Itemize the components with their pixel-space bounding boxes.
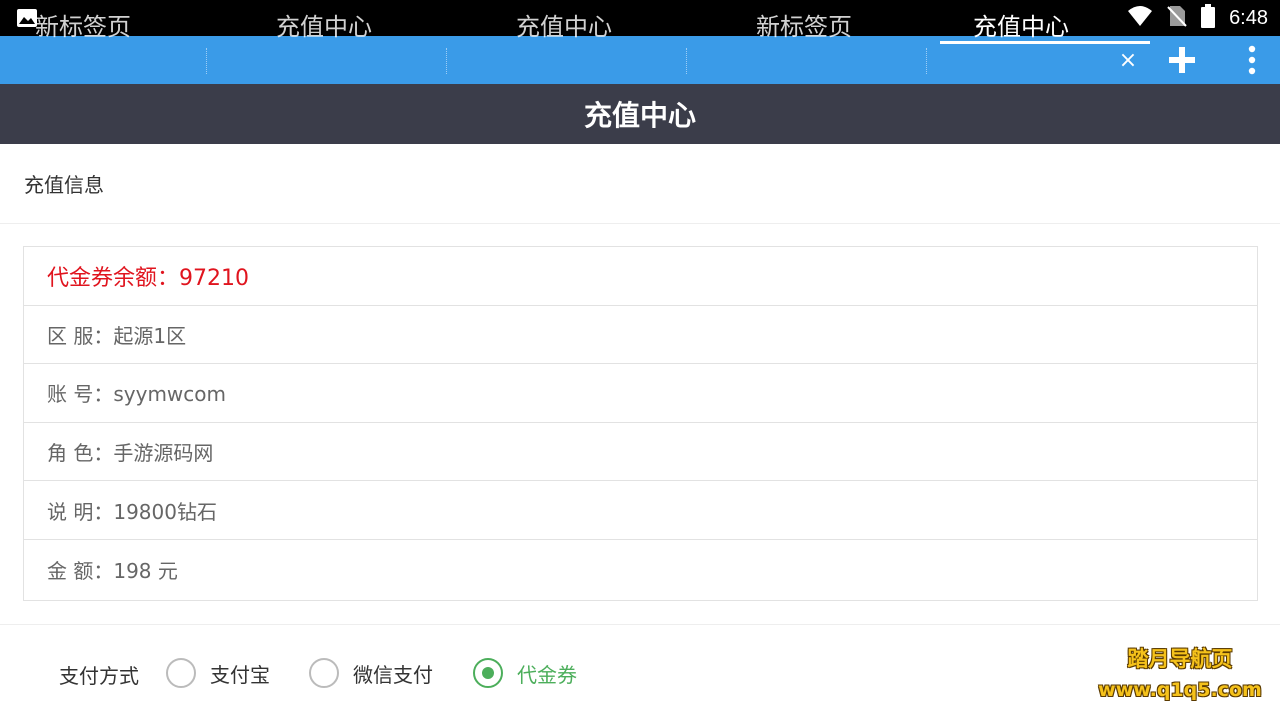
tab-recharge-1[interactable]: 充值中心: [206, 0, 442, 48]
radio-checked-icon[interactable]: [473, 658, 503, 688]
divider: [0, 624, 1280, 625]
role-info: 角 色：手游源码网: [24, 423, 1257, 482]
watermark-title: 踏月导航页: [1127, 647, 1233, 671]
description-info: 说 明：19800钻石: [24, 481, 1257, 540]
status-time: 6:48: [1229, 6, 1268, 29]
tab-separator: [926, 48, 927, 74]
wifi-icon: [1127, 5, 1153, 31]
status-icons: 6:48: [1127, 0, 1268, 36]
watermark: 踏月导航页 www.q1q5.com: [1095, 643, 1265, 709]
payment-option-wechat[interactable]: 微信支付: [309, 658, 433, 688]
payment-method-section: 支付方式 支付宝 微信支付 代金券: [0, 640, 1280, 710]
tab-new-2[interactable]: 新标签页: [686, 0, 922, 48]
tab-separator: [446, 48, 447, 74]
payment-option-alipay[interactable]: 支付宝: [166, 658, 270, 688]
payment-option-label: 代金券: [517, 662, 577, 687]
recharge-info-box: 代金券余额：97210 区 服：起源1区 账 号：syymwcom 角 色：手游…: [23, 246, 1258, 601]
payment-option-label: 微信支付: [353, 662, 433, 687]
payment-option-voucher[interactable]: 代金券: [473, 658, 577, 688]
more-vert-icon[interactable]: [1236, 36, 1268, 84]
voucher-balance: 代金券余额：97210: [24, 247, 1257, 306]
tab-new-1[interactable]: 新标签页: [0, 0, 166, 48]
battery-icon: [1201, 4, 1216, 32]
tab-separator: [686, 48, 687, 74]
plus-icon[interactable]: [1164, 36, 1200, 84]
page-title: 充值中心: [0, 84, 1280, 144]
section-title: 充值信息: [0, 144, 1280, 224]
close-tab-button[interactable]: ×: [1113, 36, 1143, 84]
payment-option-label: 支付宝: [210, 662, 270, 687]
payment-method-label: 支付方式: [59, 664, 139, 688]
watermark-url: www.q1q5.com: [1098, 679, 1262, 701]
account-info: 账 号：syymwcom: [24, 364, 1257, 423]
no-sim-icon: [1167, 4, 1187, 32]
tab-recharge-2[interactable]: 充值中心: [446, 0, 682, 48]
tab-separator: [206, 48, 207, 74]
amount-info: 金 额：198 元: [47, 558, 178, 583]
radio-unchecked-icon[interactable]: [166, 658, 196, 688]
server-info: 区 服：起源1区: [24, 306, 1257, 365]
radio-unchecked-icon[interactable]: [309, 658, 339, 688]
